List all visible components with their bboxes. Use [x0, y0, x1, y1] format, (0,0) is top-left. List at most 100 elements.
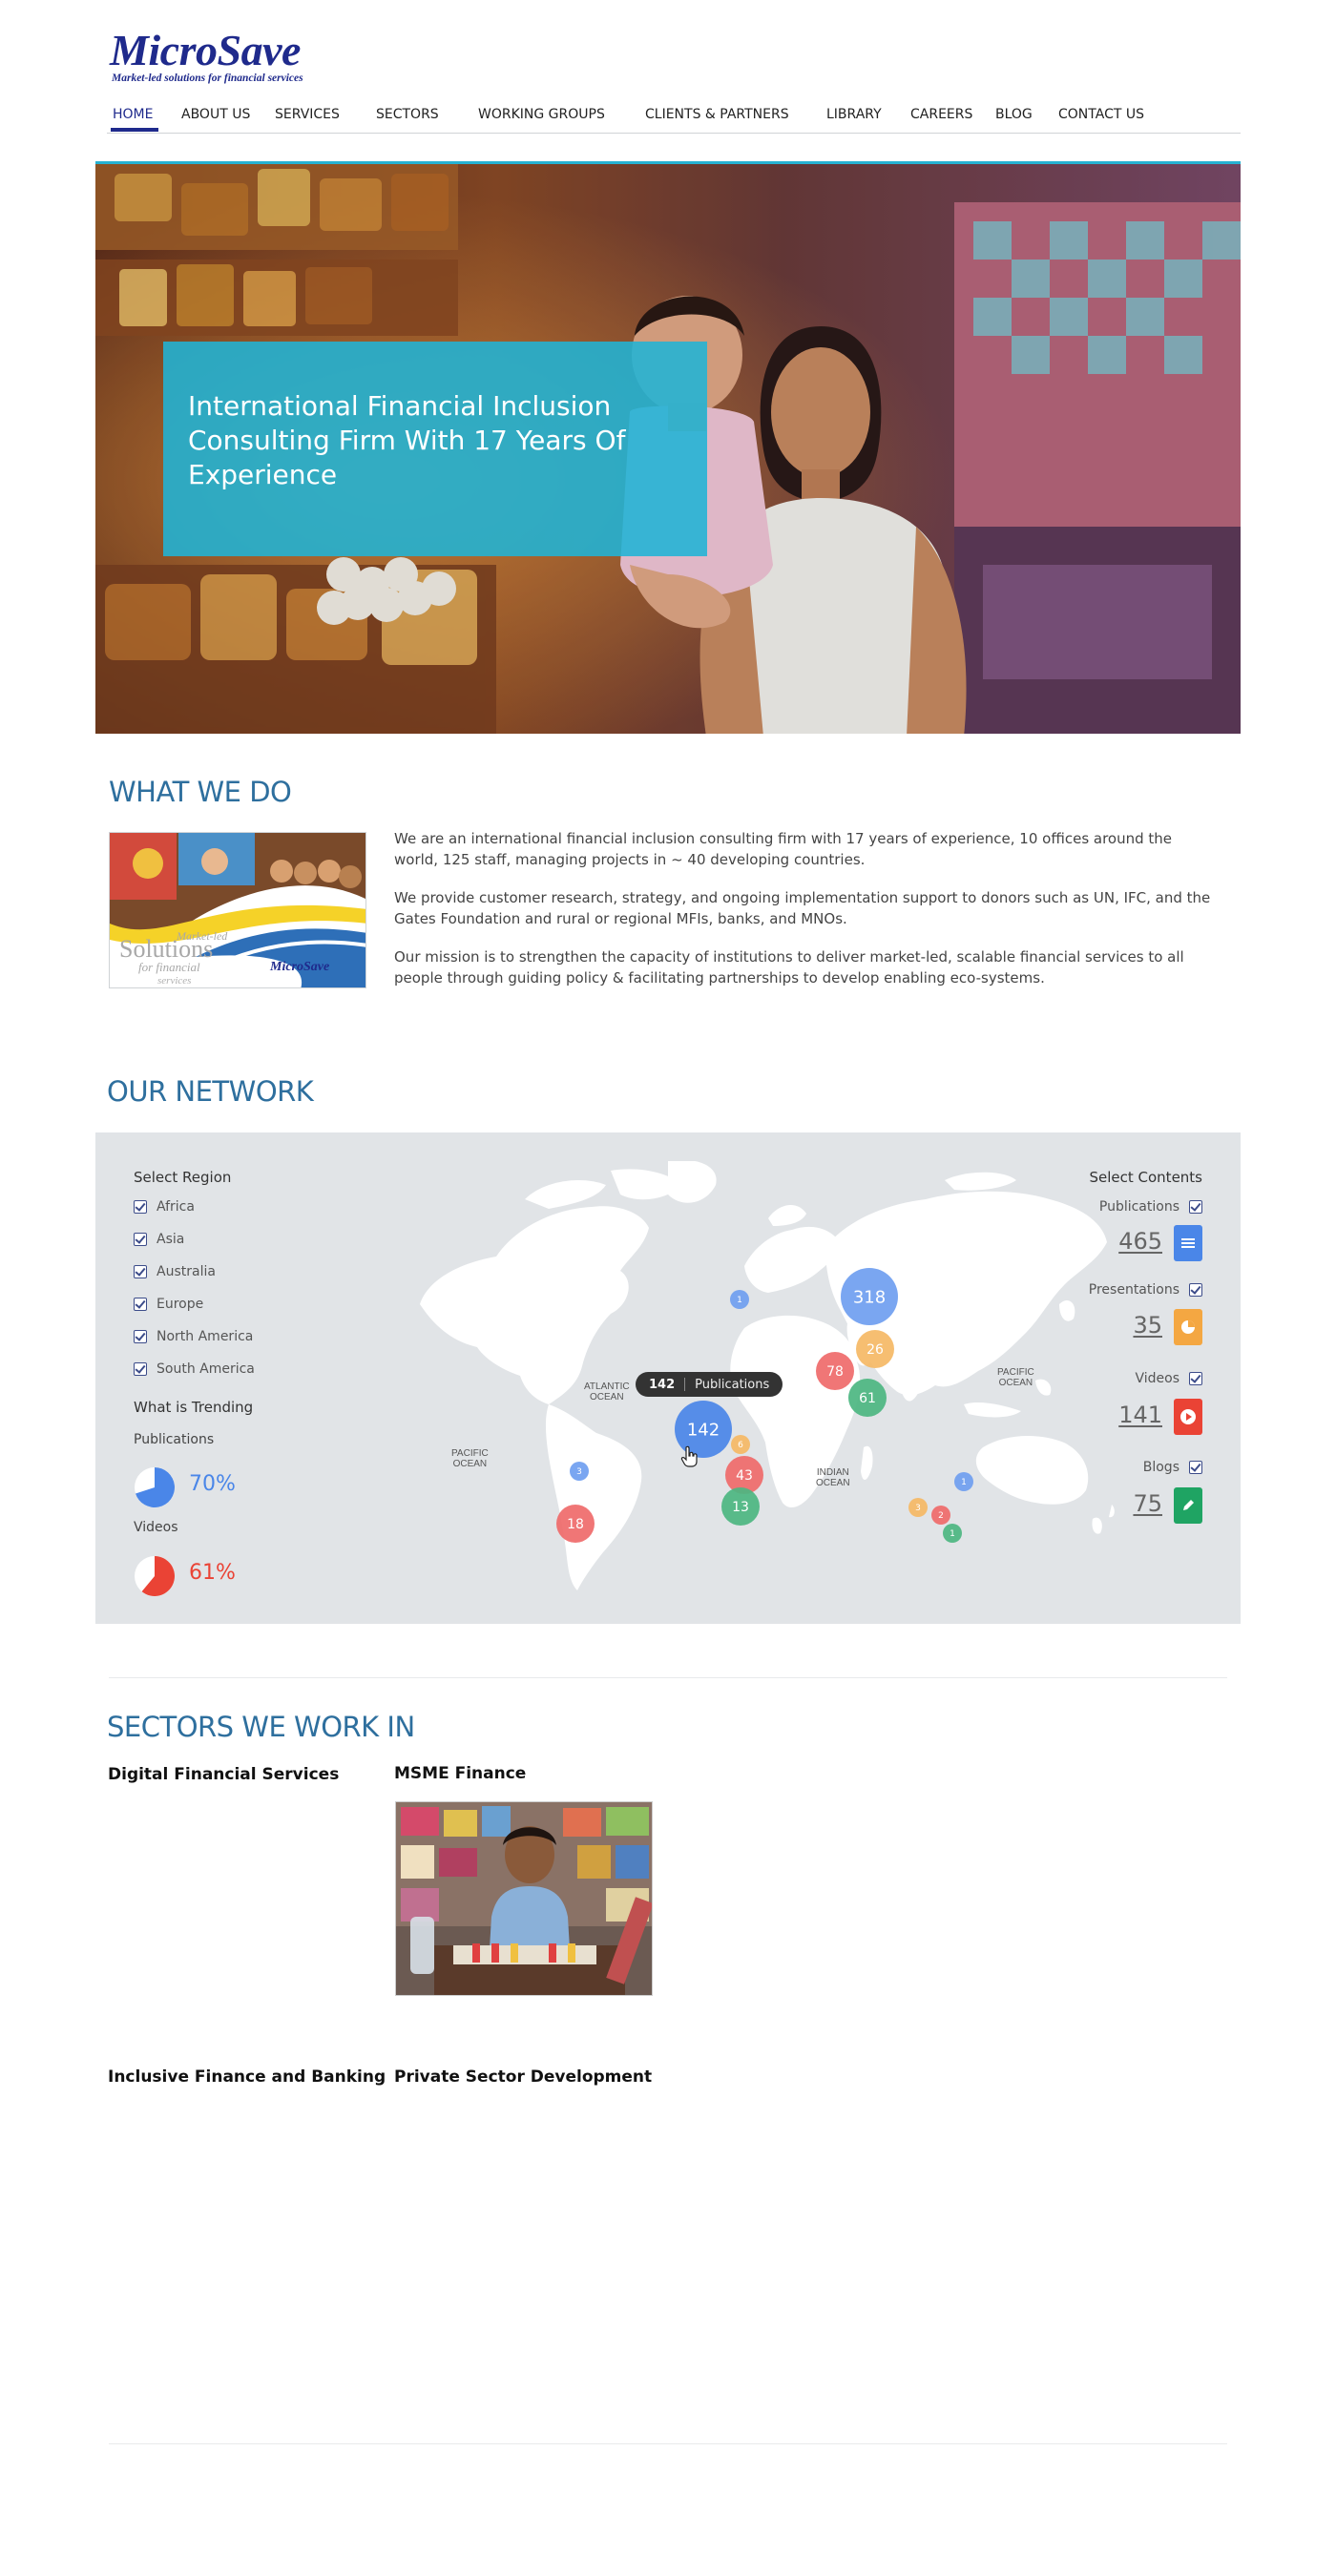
map-bubble-label: 1 — [961, 1478, 967, 1487]
checkbox-checked-icon[interactable] — [134, 1330, 147, 1343]
checkbox-checked-icon[interactable] — [134, 1200, 147, 1214]
map-bubble-label: 13 — [732, 1500, 749, 1515]
map-bubble-label: 3 — [576, 1467, 582, 1477]
map-bubble[interactable]: 78 — [816, 1352, 854, 1390]
sector-private-sector-development[interactable]: Private Sector Development — [394, 2067, 652, 2087]
checkbox-checked-icon[interactable] — [1189, 1372, 1202, 1385]
map-tooltip: 142 Publications — [636, 1372, 783, 1397]
trending-publications-label: Publications — [134, 1432, 215, 1447]
section-divider — [109, 1677, 1227, 1678]
map-bubble[interactable]: 61 — [848, 1379, 887, 1417]
map-bubble[interactable]: 13 — [721, 1487, 760, 1526]
tooltip-value: 142 — [649, 1377, 676, 1392]
trending-publications-value: 70% — [189, 1472, 236, 1496]
thumb-line2: Solutions — [119, 935, 213, 963]
nav-clients-partners[interactable]: CLIENTS & PARTNERS — [645, 107, 789, 122]
region-filter-asia[interactable]: Asia — [134, 1232, 184, 1247]
sector-inclusive-finance-banking[interactable]: Inclusive Finance and Banking — [108, 2067, 386, 2087]
map-bubble-label: 142 — [687, 1421, 720, 1441]
nav-blog[interactable]: BLOG — [995, 107, 1033, 122]
what-we-do-text: We are an international financial inclus… — [394, 828, 1215, 1006]
map-bubble-label: 318 — [853, 1288, 886, 1308]
sector-digital-financial-services[interactable]: Digital Financial Services — [108, 1765, 339, 1784]
map-bubble[interactable]: 1 — [954, 1472, 973, 1491]
nav-working-groups[interactable]: WORKING GROUPS — [478, 107, 605, 122]
content-filter-publications[interactable]: Publications — [1099, 1199, 1202, 1215]
map-bubble-label: 1 — [737, 1296, 742, 1305]
presentations-count[interactable]: 35 — [1133, 1312, 1162, 1339]
map-bubble[interactable]: 3 — [570, 1462, 589, 1481]
checkbox-checked-icon[interactable] — [134, 1233, 147, 1246]
checkbox-checked-icon[interactable] — [134, 1362, 147, 1376]
map-bubble-label: 61 — [859, 1391, 876, 1406]
trending-videos-pie-icon — [135, 1556, 175, 1596]
nav-home[interactable]: HOME — [113, 107, 153, 122]
publications-count[interactable]: 465 — [1118, 1228, 1162, 1255]
content-filter-presentations[interactable]: Presentations — [1089, 1282, 1202, 1298]
main-nav: HOME ABOUT US SERVICES SECTORS WORKING G… — [107, 103, 1241, 134]
trending-heading: What is Trending — [134, 1399, 254, 1416]
region-filter-africa[interactable]: Africa — [134, 1199, 195, 1215]
nav-services[interactable]: SERVICES — [275, 107, 340, 122]
region-filter-australia[interactable]: Australia — [134, 1264, 216, 1279]
map-bubble[interactable]: 18 — [556, 1505, 595, 1543]
map-bubble-label: 1 — [950, 1529, 955, 1539]
msme-finance-image[interactable] — [395, 1801, 653, 1996]
checkbox-checked-icon[interactable] — [134, 1265, 147, 1278]
map-bubble-label: 18 — [567, 1517, 584, 1532]
what-we-do-thumbnail[interactable]: Market-led Solutions for financial servi… — [109, 832, 366, 988]
trending-videos-value: 61% — [189, 1561, 236, 1585]
thumb-line4: services — [157, 975, 191, 987]
logo-tagline: Market-led solutions for financial servi… — [112, 73, 303, 84]
logo-text: MicroSave — [110, 26, 301, 74]
select-region-heading: Select Region — [134, 1169, 232, 1186]
map-bubble[interactable]: 1 — [943, 1524, 962, 1543]
map-bubble[interactable]: 3 — [908, 1498, 928, 1517]
nav-active-indicator — [111, 128, 158, 132]
our-network-heading: OUR NETWORK — [107, 1075, 314, 1108]
what-we-do-paragraph-3: Our mission is to strengthen the capacit… — [394, 948, 1184, 987]
content-filter-blogs[interactable]: Blogs — [1143, 1460, 1202, 1475]
map-bubble-label: 43 — [736, 1468, 753, 1484]
thumb-line3: for financial — [138, 960, 200, 974]
map-bubble[interactable]: 6 — [731, 1435, 750, 1454]
play-icon — [1174, 1399, 1202, 1435]
nav-sectors[interactable]: SECTORS — [376, 107, 439, 122]
content-filter-videos[interactable]: Videos — [1135, 1371, 1202, 1386]
map-bubble[interactable]: 318 — [841, 1268, 898, 1325]
logo[interactable]: MicroSave Market-led solutions for finan… — [110, 26, 303, 85]
map-bubble-label: 3 — [915, 1504, 921, 1513]
region-filter-south-america[interactable]: South America — [134, 1361, 255, 1377]
nav-library[interactable]: LIBRARY — [826, 107, 882, 122]
map-bubble[interactable]: 2 — [931, 1506, 950, 1525]
map-bubble[interactable]: 1 — [730, 1290, 749, 1309]
nav-about-us[interactable]: ABOUT US — [181, 107, 250, 122]
map-bubble-label: 2 — [938, 1511, 944, 1521]
videos-count[interactable]: 141 — [1118, 1402, 1162, 1428]
pie-chart-icon — [1174, 1309, 1202, 1345]
checkbox-checked-icon[interactable] — [1189, 1283, 1202, 1297]
nav-careers[interactable]: CAREERS — [910, 107, 972, 122]
tooltip-label: Publications — [695, 1377, 770, 1392]
document-icon — [1174, 1225, 1202, 1261]
hero-title: International Financial Inclusion Consul… — [188, 390, 626, 490]
map-bubble-label: 26 — [866, 1342, 884, 1358]
sectors-heading: SECTORS WE WORK IN — [107, 1711, 415, 1743]
hero-caption-box: International Financial Inclusion Consul… — [163, 342, 707, 556]
blogs-count[interactable]: 75 — [1133, 1490, 1162, 1517]
pencil-icon — [1174, 1487, 1202, 1524]
checkbox-checked-icon[interactable] — [1189, 1461, 1202, 1474]
thumb-brand: MicroSave — [269, 960, 329, 974]
map-bubble-label: 6 — [738, 1441, 743, 1450]
what-we-do-paragraph-2: We provide customer research, strategy, … — [394, 889, 1211, 927]
select-contents-heading: Select Contents — [1089, 1169, 1202, 1186]
sector-msme-finance[interactable]: MSME Finance — [394, 1764, 526, 1783]
what-we-do-paragraph-1: We are an international financial inclus… — [394, 830, 1173, 868]
checkbox-checked-icon[interactable] — [134, 1298, 147, 1311]
region-filter-europe[interactable]: Europe — [134, 1297, 203, 1312]
map-bubble[interactable]: 26 — [856, 1330, 894, 1368]
checkbox-checked-icon[interactable] — [1189, 1200, 1202, 1214]
nav-contact-us[interactable]: CONTACT US — [1058, 107, 1144, 122]
region-filter-north-america[interactable]: North America — [134, 1329, 253, 1344]
map-bubble-label: 78 — [826, 1364, 844, 1380]
